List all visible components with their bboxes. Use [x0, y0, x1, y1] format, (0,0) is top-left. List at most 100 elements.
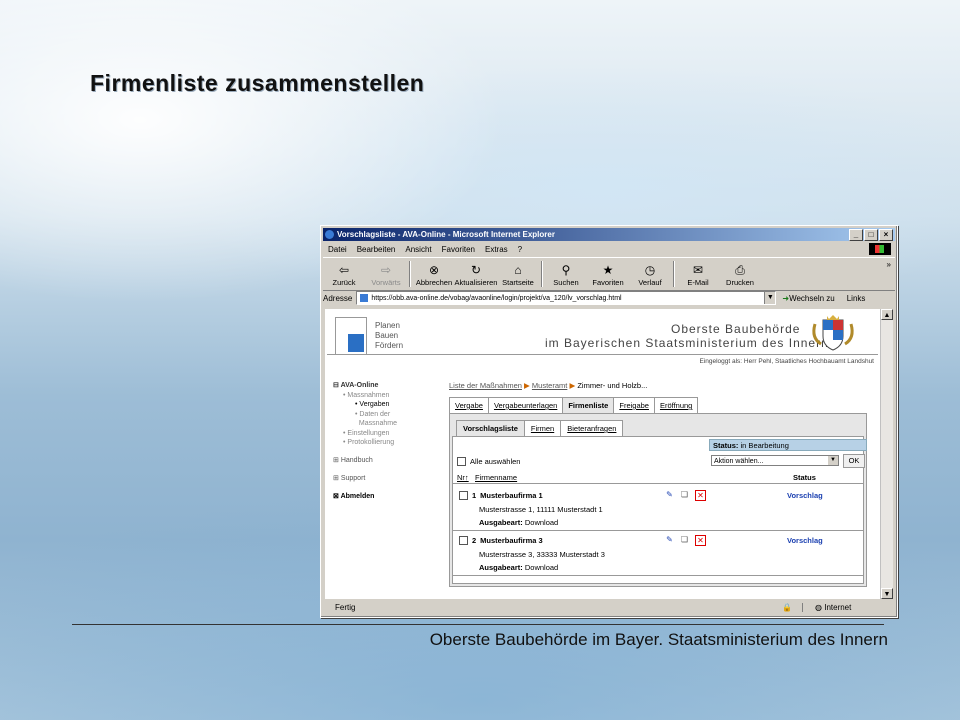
address-input[interactable]: https://obb.ava-online.de/vobag/avaonlin…: [356, 291, 777, 305]
tab-vorschlagsliste[interactable]: Vorschlagsliste: [456, 420, 525, 436]
sidebar-item-label: Support: [340, 475, 366, 482]
logo-line-planen: Planen: [375, 321, 400, 330]
menu-extras[interactable]: Extras: [480, 245, 513, 254]
document-icon[interactable]: ❏: [680, 535, 689, 544]
links-button[interactable]: Links: [847, 294, 866, 303]
ok-button[interactable]: OK: [843, 454, 865, 468]
row-ausgabe-label: Ausgabeart:: [479, 563, 523, 572]
close-button[interactable]: ×: [879, 229, 893, 241]
footer-divider: [72, 624, 884, 625]
tab-vergabeunterlagen[interactable]: Vergabeunterlagen: [487, 397, 564, 413]
toolbar-more-icon[interactable]: »: [887, 260, 891, 269]
lock-icon: 🔒: [782, 603, 792, 612]
logo-text: Planen Bauen Fördern: [375, 321, 403, 351]
edit-icon[interactable]: ✎: [665, 490, 674, 499]
breadcrumb-massnahmen[interactable]: Liste der Maßnahmen: [449, 381, 522, 390]
search-button[interactable]: ⚲ Suchen: [545, 258, 587, 290]
column-firmenname[interactable]: Firmenname: [475, 473, 517, 482]
sidebar-item-daten[interactable]: • Daten der Massnahme: [333, 410, 397, 428]
menu-favoriten[interactable]: Favoriten: [437, 245, 480, 254]
favorites-icon: ★: [602, 263, 614, 277]
table-header: Nr↑ Firmenname Status: [453, 473, 863, 484]
browser-window: Vorschlagsliste - AVA-Online - Microsoft…: [320, 225, 898, 618]
row-ausgabe-value: Download: [524, 518, 559, 527]
go-button[interactable]: ➜Wechseln zu: [782, 294, 834, 303]
scroll-up-icon[interactable]: ▲: [881, 309, 893, 320]
sidebar-item-label: Massnahmen: [347, 392, 390, 399]
toolbar: ⇦ Zurück ⇨ Vorwärts ⊗ Abbrechen ↻ Aktualisie…: [323, 257, 895, 291]
sidebar-item-vergaben[interactable]: • Vergaben: [333, 401, 397, 408]
sidebar-item-massnahmen[interactable]: • Massnahmen: [333, 392, 397, 399]
row-ausgabeart: Ausgabeart: Download: [479, 563, 558, 572]
forward-button[interactable]: ⇨ Vorwärts: [365, 258, 407, 290]
tab-freigabe[interactable]: Freigabe: [613, 397, 655, 413]
table-row: 1 Musterbaufirma 1 Musterstrasse 1, 11111…: [453, 486, 863, 531]
print-button[interactable]: ⎙ Drucken: [719, 258, 761, 290]
row-nr: 2: [472, 536, 477, 545]
delete-icon[interactable]: ✕: [695, 535, 706, 546]
footer-text: Oberste Baubehörde im Bayer. Staatsminis…: [429, 630, 888, 649]
coat-of-arms-icon: [812, 315, 854, 351]
sidebar-item-label: Protokollierung: [347, 439, 395, 446]
tab-firmenliste[interactable]: Firmenliste: [562, 397, 615, 413]
refresh-button[interactable]: ↻ Aktualisieren: [455, 258, 498, 290]
sidebar-item-label-2: Massnahme: [358, 420, 398, 427]
delete-icon[interactable]: ✕: [695, 490, 706, 501]
menu-ansicht[interactable]: Ansicht: [400, 245, 436, 254]
tab-vergabe[interactable]: Vergabe: [449, 397, 489, 413]
row-checkbox[interactable]: [459, 536, 468, 545]
minimize-button[interactable]: _: [849, 229, 863, 241]
breadcrumb-musteramt[interactable]: Musteramt: [532, 381, 567, 390]
windows-logo-icon: [869, 243, 891, 255]
maximize-button[interactable]: □: [864, 229, 878, 241]
print-icon: ⎙: [735, 263, 745, 277]
home-button[interactable]: ⌂ Startseite: [497, 258, 539, 290]
column-status: Status: [793, 473, 816, 482]
status-badge: Status: in Bearbeitung: [709, 439, 867, 451]
sub-tabs: Vorschlagsliste Firmen Bieteranfragen: [456, 420, 624, 436]
stop-icon: ⊗: [428, 263, 440, 277]
sidebar-item-protokollierung[interactable]: • Protokollierung: [333, 439, 397, 446]
action-select-value: Aktion wählen...: [714, 458, 764, 465]
sidebar-item-label: Einstellungen: [347, 430, 390, 437]
search-label: Suchen: [553, 278, 579, 287]
mail-button[interactable]: ✉ E-Mail: [677, 258, 719, 290]
sidebar-item-einstellungen[interactable]: • Einstellungen: [333, 430, 397, 437]
sidebar-item-ava-online[interactable]: ⊟ AVA-Online: [333, 381, 397, 389]
list-panel: Status: in Bearbeitung Alle auswählen Ak…: [452, 436, 867, 584]
back-button[interactable]: ⇦ Zurück: [323, 258, 365, 290]
menu-help[interactable]: ?: [513, 245, 527, 254]
select-all-label: Alle auswählen: [470, 457, 521, 466]
sidebar-item-handbuch[interactable]: ⊞ Handbuch: [333, 456, 397, 464]
menu-bearbeiten[interactable]: Bearbeiten: [352, 245, 401, 254]
edit-icon[interactable]: ✎: [665, 535, 674, 544]
sidebar-item-label: Abmelden: [340, 493, 375, 500]
window-titlebar: Vorschlagsliste - AVA-Online - Microsoft…: [323, 228, 895, 241]
column-nr[interactable]: Nr↑: [457, 473, 469, 482]
back-label: Zurück: [332, 278, 356, 287]
sidebar-item-label: AVA-Online: [340, 382, 379, 389]
row-checkbox[interactable]: [459, 491, 468, 500]
go-label: Wechseln zu: [789, 293, 835, 303]
document-icon[interactable]: ❏: [680, 490, 689, 499]
breadcrumb-current: Zimmer- und Holzb...: [577, 381, 648, 390]
select-all-checkbox[interactable]: [457, 457, 466, 466]
tab-firmen[interactable]: Firmen: [523, 420, 562, 436]
sidebar-item-support[interactable]: ⊞ Support: [333, 474, 397, 482]
stop-button[interactable]: ⊗ Abbrechen: [413, 258, 455, 290]
history-button[interactable]: ◷ Verlauf: [629, 258, 671, 290]
favorites-button[interactable]: ★ Favoriten: [587, 258, 629, 290]
tab-eroeffnung[interactable]: Eröffnung: [653, 397, 699, 413]
row-name: Musterbaufirma 3: [480, 536, 543, 545]
row-address: Musterstrasse 1, 11111 Musterstadt 1: [479, 505, 603, 514]
address-dropdown-icon[interactable]: ▼: [764, 292, 776, 304]
breadcrumb: Liste der Maßnahmen ▶ Musteramt ▶ Zimmer…: [449, 381, 647, 390]
sidebar-item-abmelden[interactable]: ⊠ Abmelden: [333, 492, 397, 500]
favorites-label: Favoriten: [592, 278, 624, 287]
breadcrumb-arrow-icon: ▶: [524, 381, 530, 390]
vertical-scrollbar[interactable]: ▲ ▼: [880, 309, 893, 599]
tab-bieteranfragen[interactable]: Bieteranfragen: [560, 420, 624, 436]
scroll-down-icon[interactable]: ▼: [881, 588, 893, 599]
action-select[interactable]: Aktion wählen... ▼: [711, 455, 839, 466]
menu-datei[interactable]: Datei: [323, 245, 352, 254]
